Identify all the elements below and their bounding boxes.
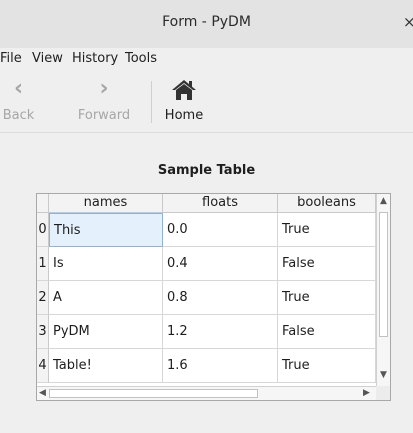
- menu-bar: File View History Tools: [0, 48, 413, 70]
- column-header-booleans[interactable]: booleans: [278, 194, 376, 213]
- table-cell[interactable]: This: [49, 213, 163, 247]
- home-icon: [161, 78, 207, 102]
- column-header-names[interactable]: names: [49, 194, 163, 213]
- table-cell[interactable]: False: [278, 247, 376, 281]
- home-label: Home: [164, 108, 204, 123]
- table-cell[interactable]: True: [278, 281, 376, 315]
- row-header[interactable]: 0: [37, 213, 49, 247]
- column-header-floats[interactable]: floats: [163, 194, 278, 213]
- forward-label: Forward: [77, 108, 131, 123]
- table-corner-header: [37, 194, 49, 213]
- table-cell[interactable]: A: [49, 281, 163, 315]
- table-cell[interactable]: Is: [49, 247, 163, 281]
- scroll-up-icon[interactable]: ▲: [380, 196, 387, 206]
- row-header[interactable]: 4: [37, 349, 49, 383]
- menu-view[interactable]: View: [32, 51, 63, 66]
- row-header[interactable]: 1: [37, 247, 49, 281]
- vertical-scroll-thumb[interactable]: [379, 212, 388, 337]
- sample-table[interactable]: names floats booleans 0 This 0.0 True 1 …: [36, 193, 391, 401]
- forward-button[interactable]: › Forward: [68, 70, 140, 132]
- horizontal-scroll-thumb[interactable]: [49, 389, 258, 398]
- menu-file[interactable]: File: [0, 51, 22, 66]
- scrollbar-corner: [376, 386, 390, 400]
- home-button[interactable]: Home: [161, 70, 207, 132]
- table-cell[interactable]: False: [278, 315, 376, 349]
- table-cell[interactable]: True: [278, 213, 376, 247]
- table-cell[interactable]: True: [278, 349, 376, 383]
- menu-tools[interactable]: Tools: [125, 51, 157, 66]
- vertical-scrollbar[interactable]: ▲ ▼: [376, 194, 390, 386]
- table-cell[interactable]: 1.2: [163, 315, 278, 349]
- table-cell[interactable]: PyDM: [49, 315, 163, 349]
- row-header[interactable]: 2: [37, 281, 49, 315]
- table-cell[interactable]: 1.6: [163, 349, 278, 383]
- chevron-left-icon: ‹: [13, 76, 24, 101]
- back-button[interactable]: ‹ Back: [0, 70, 37, 132]
- table-cell[interactable]: 0.8: [163, 281, 278, 315]
- scroll-right-icon[interactable]: ▶: [363, 388, 370, 398]
- chevron-right-icon: ›: [99, 76, 109, 101]
- back-label: Back: [2, 108, 35, 123]
- horizontal-scrollbar[interactable]: ◀ ▶: [37, 386, 376, 400]
- table-title: Sample Table: [157, 163, 256, 178]
- window-title: Form - PyDM: [162, 14, 251, 30]
- toolbar-separator: [151, 81, 152, 123]
- title-bar: Form - PyDM ×: [0, 0, 413, 48]
- navigation-toolbar: ‹ Back › Forward Home: [0, 70, 413, 133]
- table-cell[interactable]: 0.0: [163, 213, 278, 247]
- close-icon[interactable]: ×: [403, 13, 413, 31]
- table-cell[interactable]: Table!: [49, 349, 163, 383]
- table-cell[interactable]: 0.4: [163, 247, 278, 281]
- scroll-left-icon[interactable]: ◀: [39, 388, 46, 398]
- row-header[interactable]: 3: [37, 315, 49, 349]
- scroll-down-icon[interactable]: ▼: [380, 370, 387, 380]
- menu-history[interactable]: History: [72, 51, 118, 66]
